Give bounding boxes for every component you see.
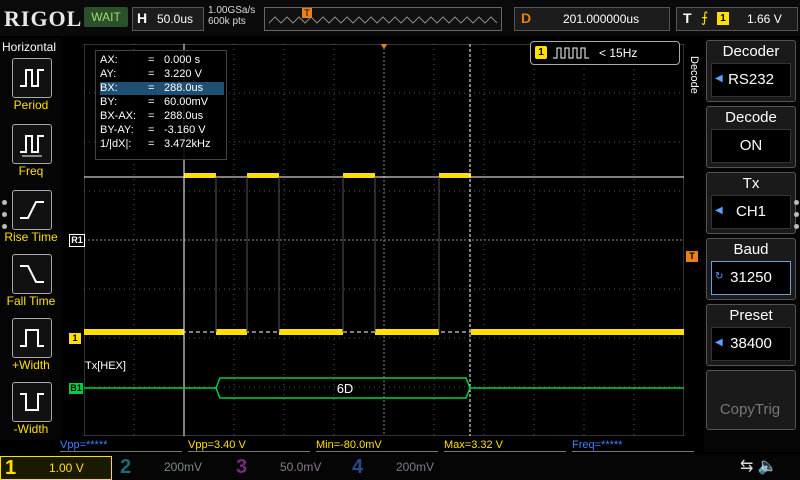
memory-waveform-icon: [268, 16, 498, 24]
rising-edge-icon: ⨍: [701, 9, 709, 25]
ch1-offset-marker[interactable]: 1: [69, 333, 81, 344]
period-icon: [20, 69, 44, 87]
right-menu-title: Decode: [688, 56, 700, 94]
memory-overview: [264, 7, 502, 31]
freq-button[interactable]: [12, 124, 52, 164]
right-page-dot: [794, 212, 799, 217]
left-menu-title: Horizontal: [2, 40, 57, 54]
left-page-dot: [2, 200, 7, 205]
bus-offset-marker[interactable]: B1: [69, 383, 83, 394]
cursor-row: AY: = 3.220 V: [100, 68, 202, 80]
pos-width-label: +Width: [12, 358, 50, 372]
cursor-row: BY-AY: = -3.160 V: [100, 124, 206, 136]
period-label: Period: [13, 98, 49, 112]
brand-logo: RIGOL: [4, 6, 83, 31]
sample-rate: 1.00GSa/s: [208, 5, 256, 16]
cursor-row: BY: = 60.00mV: [100, 96, 209, 108]
ch1-low-segments: [84, 329, 684, 335]
ch3-settings[interactable]: 3 50.0mV: [232, 456, 342, 478]
delay-label: D: [521, 10, 532, 26]
cursor-row: AX: = 0.000 s: [100, 54, 201, 66]
usb-icon: ⇆ 🔈: [740, 458, 778, 475]
bus-decoded-value: 6D: [336, 381, 354, 396]
decode-toggle[interactable]: Decode ON: [706, 106, 796, 168]
trigger-position-marker: T: [302, 8, 312, 18]
counter-source-badge: 1: [535, 46, 547, 59]
delay-indicator[interactable]: D 201.000000us: [514, 7, 670, 31]
timebase-value: 50.0us: [157, 12, 194, 26]
ch2-settings[interactable]: 2 200mV: [116, 456, 226, 478]
pos-width-icon: [20, 329, 44, 347]
measure-min[interactable]: Min=-80.0mV: [316, 439, 438, 452]
right-page-dot: [794, 224, 799, 229]
trigger-time-marker: [380, 44, 388, 49]
cursor-row-selected: BX: = 288.0us: [100, 82, 224, 95]
right-page-dot: [794, 200, 799, 205]
measure-freq[interactable]: Freq=*****: [572, 439, 694, 452]
timebase-label: H: [137, 10, 148, 26]
counter-value: < 15Hz: [599, 46, 638, 60]
timebase-indicator[interactable]: H 50.0us: [132, 7, 204, 31]
rise-edge-icon: [20, 201, 44, 219]
rise-time-label: Rise Time: [4, 230, 58, 244]
trigger-indicator[interactable]: T ⨍ 1 1.66 V: [676, 7, 798, 31]
ch1-settings[interactable]: 1 1.00 V: [0, 456, 112, 480]
acquisition-info: 1.00GSa/s 600k pts: [208, 5, 255, 27]
cursor-row: BX-AX: = 288.0us: [100, 110, 204, 122]
fall-edge-icon: [20, 265, 44, 283]
memory-depth: 600k pts: [208, 16, 246, 27]
pulse-train-icon: [553, 47, 589, 59]
left-page-dot: [2, 212, 7, 217]
neg-width-label: -Width: [13, 422, 49, 436]
cursor-measurement-table: AX: = 0.000 s AY: = 3.220 V BX: = 288.0us BY: =…: [95, 50, 227, 160]
fall-time-label: Fall Time: [6, 294, 56, 308]
preset-selector[interactable]: Preset ◀ 38400: [706, 304, 796, 366]
measure-max[interactable]: Max=3.32 V: [444, 439, 566, 452]
freq-icon: [20, 135, 44, 157]
pos-width-button[interactable]: [12, 318, 52, 358]
copytrig-button[interactable]: CopyTrig: [706, 370, 796, 430]
cursor-row: 1/|dX|: = 3.472kHz: [100, 138, 211, 150]
trigger-label: T: [683, 10, 692, 26]
measure-vpp[interactable]: Vpp=3.40 V: [188, 439, 310, 452]
run-status-badge[interactable]: WAIT: [84, 7, 128, 27]
trigger-source-badge: 1: [717, 12, 729, 25]
neg-width-icon: [20, 393, 44, 411]
fall-time-button[interactable]: [12, 254, 52, 294]
measure-vpp-left[interactable]: Vpp=*****: [60, 439, 182, 452]
tx-source-selector[interactable]: Tx ◀ CH1: [706, 172, 796, 234]
ch4-settings[interactable]: 4 200mV: [348, 456, 458, 478]
decoder-selector[interactable]: Decoder ◀ RS232: [706, 40, 796, 102]
delay-value: 201.000000us: [563, 12, 640, 26]
baud-selector[interactable]: Baud ↻ 31250: [706, 238, 796, 300]
frequency-counter: 1 < 15Hz: [530, 41, 680, 65]
freq-label: Freq: [18, 164, 44, 178]
ref-r1-marker[interactable]: R1: [69, 234, 85, 247]
rise-time-button[interactable]: [12, 190, 52, 230]
trigger-level: 1.66 V: [747, 12, 782, 26]
bus-label: Tx[HEX]: [85, 360, 126, 372]
left-page-dot: [2, 224, 7, 229]
trigger-level-marker[interactable]: T: [686, 251, 698, 262]
neg-width-button[interactable]: [12, 382, 52, 422]
period-button[interactable]: [12, 58, 52, 98]
